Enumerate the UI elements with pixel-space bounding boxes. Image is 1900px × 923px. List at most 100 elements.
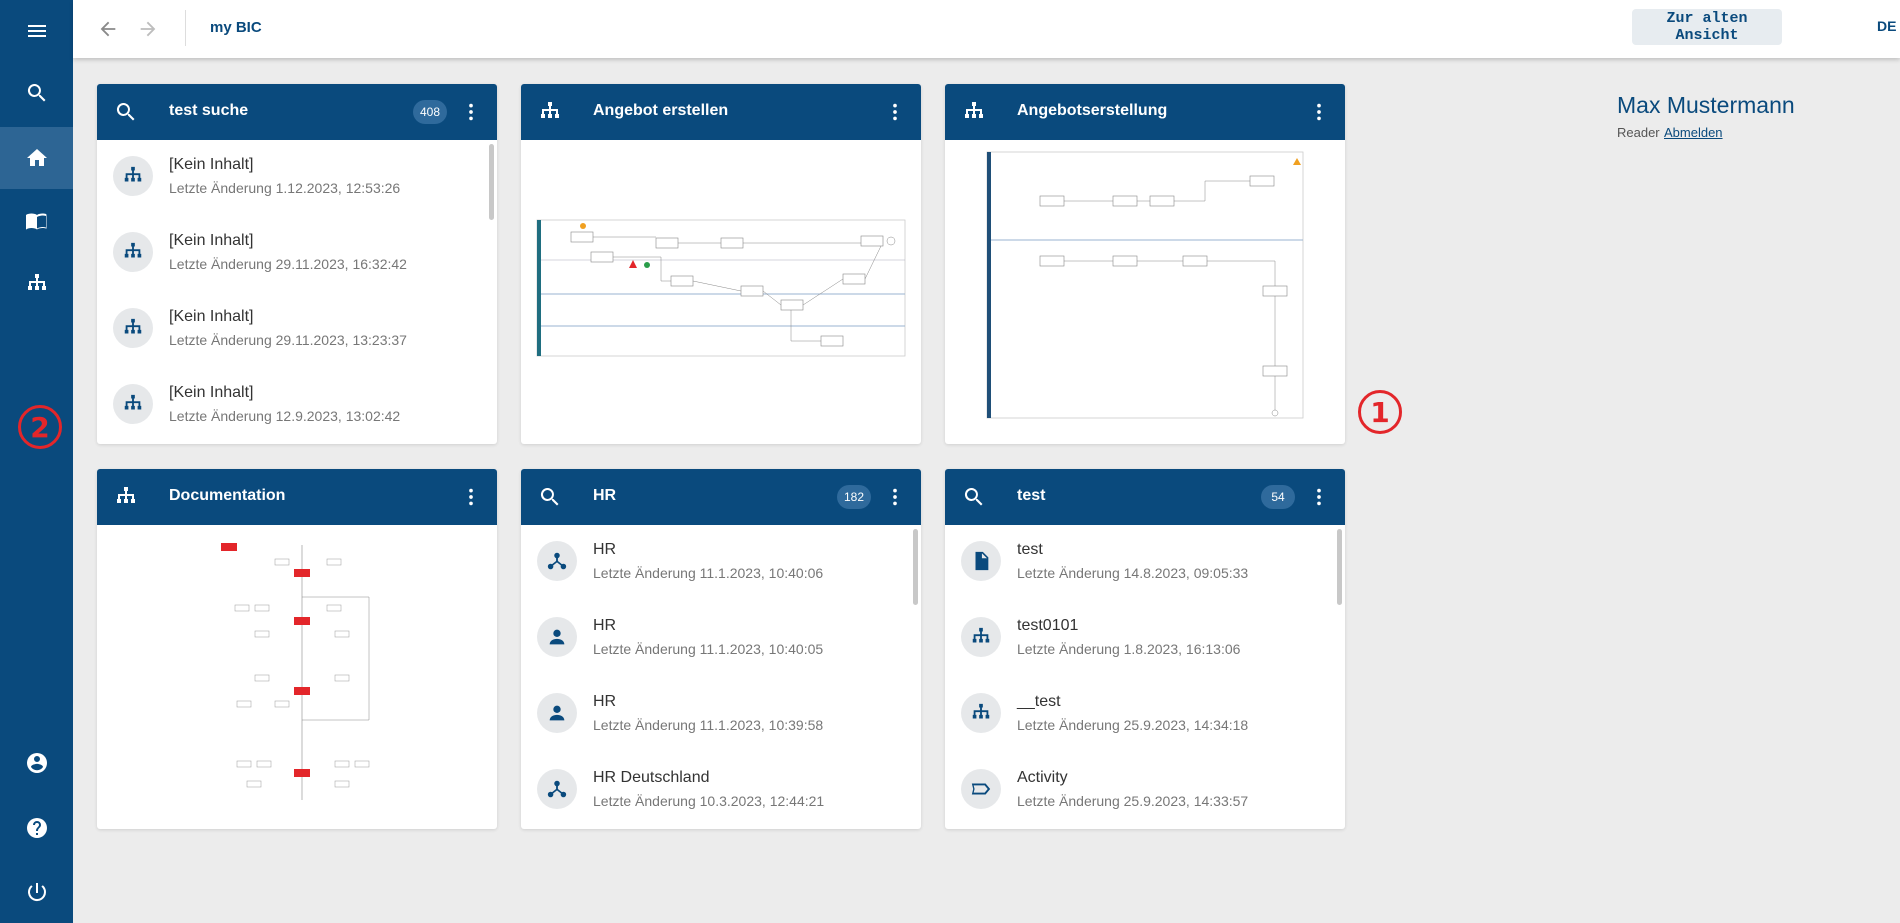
more-vert-icon <box>1308 101 1330 123</box>
menu-icon <box>27 25 46 37</box>
search-icon <box>538 485 562 509</box>
card-header: HR 182 <box>521 469 921 525</box>
list-item[interactable]: test Letzte Änderung 14.8.2023, 09:05:33 <box>945 525 1345 601</box>
list-item[interactable]: [Kein Inhalt] Letzte Änderung 12.9.2023,… <box>97 368 497 444</box>
card-title: test suche <box>169 102 249 119</box>
card-hr: HR 182 HR Letzte Änderung 11.1.2023, 10:… <box>521 469 921 829</box>
item-title: test <box>1017 541 1043 558</box>
hierarchy-icon <box>538 100 562 124</box>
count-badge: 182 <box>836 485 871 509</box>
card-title: Angebot erstellen <box>593 102 729 119</box>
home-icon <box>26 149 47 166</box>
hierarchy-icon <box>961 693 1001 733</box>
hierarchy-icon <box>113 308 153 348</box>
list-item[interactable]: __test Letzte Änderung 25.9.2023, 14:34:… <box>945 677 1345 753</box>
search-icon <box>962 485 986 509</box>
list-item[interactable]: HR Deutschland Letzte Änderung 10.3.2023… <box>521 753 921 829</box>
sidebar-search-button[interactable] <box>0 62 73 124</box>
item-title: HR Deutschland <box>593 769 710 786</box>
item-modified: Letzte Änderung 25.9.2023, 14:34:18 <box>1017 717 1249 733</box>
list-item[interactable]: Activity Letzte Änderung 25.9.2023, 14:3… <box>945 753 1345 829</box>
scrollbar[interactable] <box>489 144 494 220</box>
sidebar-account-button[interactable] <box>0 732 73 794</box>
account-icon <box>26 753 47 773</box>
list-item[interactable]: HR Letzte Änderung 11.1.2023, 10:39:58 <box>521 677 921 753</box>
sidebar-home-button[interactable] <box>0 127 73 189</box>
more-vert-icon <box>460 101 482 123</box>
menu-button[interactable] <box>0 0 73 62</box>
sidebar <box>0 0 73 923</box>
arrow-left-icon <box>100 21 116 37</box>
list-item[interactable]: [Kein Inhalt] Letzte Änderung 29.11.2023… <box>97 292 497 368</box>
card-menu-button[interactable] <box>1307 100 1331 124</box>
card-title: Angebotserstellung <box>1017 102 1168 119</box>
back-button[interactable] <box>93 14 123 44</box>
sidebar-process-button[interactable] <box>0 253 73 315</box>
language-de[interactable]: DE <box>1877 18 1896 34</box>
item-modified: Letzte Änderung 11.1.2023, 10:39:58 <box>593 717 824 733</box>
list-item[interactable]: test0101 Letzte Änderung 1.8.2023, 16:13… <box>945 601 1345 677</box>
card-menu-button[interactable] <box>883 100 907 124</box>
card-menu-button[interactable] <box>459 100 483 124</box>
profile-role: Reader <box>1617 125 1660 140</box>
card-header: test suche 408 <box>97 84 497 140</box>
card-header: Documentation <box>97 469 497 525</box>
more-vert-icon <box>884 101 906 123</box>
item-title: __test <box>1017 693 1061 710</box>
process-diagram-preview[interactable] <box>945 140 1345 444</box>
card-body <box>945 140 1345 444</box>
item-title: Activity <box>1017 769 1068 786</box>
card-menu-button[interactable] <box>459 485 483 509</box>
card-header: test 54 <box>945 469 1345 525</box>
card-menu-button[interactable] <box>1307 485 1331 509</box>
more-vert-icon <box>460 486 482 508</box>
item-modified: Letzte Änderung 25.9.2023, 14:33:57 <box>1017 793 1249 809</box>
search-icon <box>25 81 49 105</box>
item-title: [Kein Inhalt] <box>169 156 254 173</box>
scrollbar[interactable] <box>1337 529 1342 605</box>
more-vert-icon <box>1308 486 1330 508</box>
annotation-marker-2: 2 <box>18 405 62 449</box>
list-item[interactable]: [Kein Inhalt] Letzte Änderung 1.12.2023,… <box>97 140 497 216</box>
result-list: test Letzte Änderung 14.8.2023, 09:05:33… <box>945 525 1345 829</box>
logout-link[interactable]: Abmelden <box>1664 125 1723 140</box>
org-unit-icon <box>537 769 577 809</box>
card-body: test Letzte Änderung 14.8.2023, 09:05:33… <box>945 525 1345 829</box>
scrollbar[interactable] <box>913 529 918 605</box>
card-angebot-erstellen: Angebot erstellen <box>521 84 921 444</box>
forward-button[interactable] <box>133 14 163 44</box>
list-item[interactable]: HR Letzte Änderung 11.1.2023, 10:40:05 <box>521 601 921 677</box>
result-list: HR Letzte Änderung 11.1.2023, 10:40:06 H… <box>521 525 921 829</box>
hierarchy-icon <box>25 272 49 296</box>
list-item[interactable]: HR Letzte Änderung 11.1.2023, 10:40:06 <box>521 525 921 601</box>
item-title: [Kein Inhalt] <box>169 308 254 325</box>
card-body <box>521 140 921 444</box>
item-modified: Letzte Änderung 29.11.2023, 16:32:42 <box>169 256 407 272</box>
old-view-button[interactable]: Zur alten Ansicht <box>1632 9 1782 45</box>
item-modified: Letzte Änderung 14.8.2023, 09:05:33 <box>1017 565 1249 581</box>
item-modified: Letzte Änderung 10.3.2023, 12:44:21 <box>593 793 825 809</box>
hierarchy-icon <box>962 100 986 124</box>
header-divider <box>185 10 186 46</box>
page-title: my BIC <box>210 19 262 36</box>
item-title: test0101 <box>1017 617 1079 634</box>
sidebar-catalog-button[interactable] <box>0 190 73 252</box>
person-icon <box>537 693 577 733</box>
card-menu-button[interactable] <box>883 485 907 509</box>
top-header: my BIC Zur alten Ansicht DE EN <box>73 0 1900 58</box>
card-header: Angebotserstellung <box>945 84 1345 140</box>
list-item[interactable]: [Kein Inhalt] Letzte Änderung 29.11.2023… <box>97 216 497 292</box>
more-vert-icon <box>884 486 906 508</box>
card-title: HR <box>593 487 617 504</box>
item-title: HR <box>593 693 617 710</box>
process-diagram-preview[interactable] <box>521 140 921 444</box>
book-icon <box>25 213 46 230</box>
card-test: test 54 test Letzte Änderung 14.8.2023, … <box>945 469 1345 829</box>
item-modified: Letzte Änderung 1.8.2023, 16:13:06 <box>1017 641 1241 657</box>
sidebar-logout-button[interactable] <box>0 861 73 923</box>
sidebar-help-button[interactable] <box>0 797 73 859</box>
search-icon <box>114 100 138 124</box>
card-title: test <box>1017 487 1046 504</box>
arrow-right-icon <box>140 21 156 37</box>
process-diagram-preview[interactable] <box>97 525 497 829</box>
